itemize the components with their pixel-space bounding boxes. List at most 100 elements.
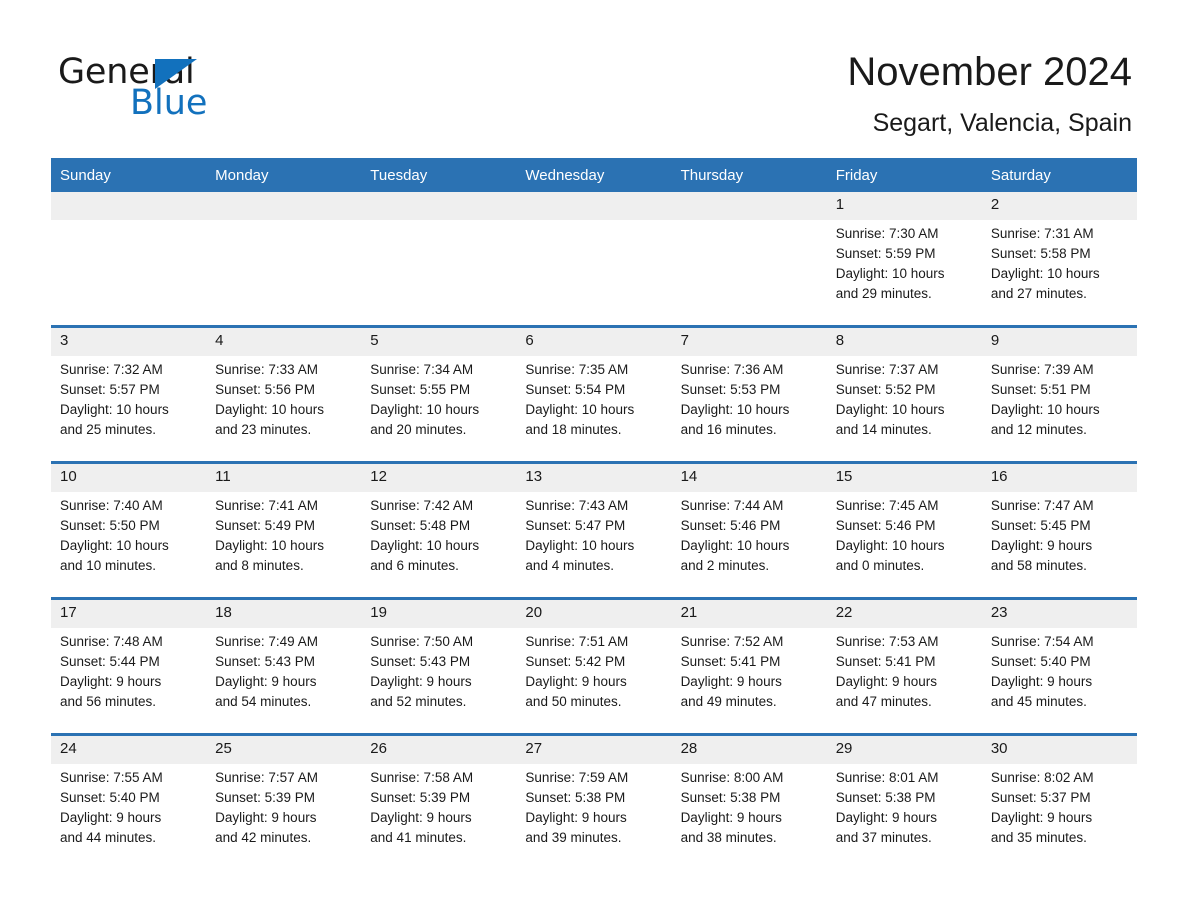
day-number[interactable]: 30 <box>981 736 1137 764</box>
sunset-text: Sunset: 5:45 PM <box>990 518 1091 533</box>
week-daynumber-row: 17 18 19 20 21 22 23 <box>51 600 1137 628</box>
day-number[interactable]: 19 <box>361 600 517 628</box>
day-number[interactable]: 2 <box>981 192 1137 220</box>
day-detail[interactable]: Sunrise: 7:42 AM Sunset: 5:48 PM Daylight:… <box>361 492 517 586</box>
day-number[interactable]: 8 <box>826 328 982 356</box>
sunrise-text: Sunrise: 7:53 AM <box>835 634 939 649</box>
day-detail[interactable]: Sunrise: 7:43 AM Sunset: 5:47 PM Daylight:… <box>516 492 672 586</box>
sunrise-text: Sunrise: 7:32 AM <box>60 362 163 377</box>
day-detail[interactable]: Sunrise: 7:55 AM Sunset: 5:40 PM Daylight:… <box>51 764 207 858</box>
day-number[interactable]: 1 <box>826 192 982 220</box>
day-detail[interactable]: Sunrise: 8:00 AM Sunset: 5:38 PM Daylight:… <box>671 764 827 858</box>
day-number[interactable]: 22 <box>826 600 982 628</box>
sunset-text: Sunset: 5:46 PM <box>680 518 781 533</box>
day-number[interactable]: 13 <box>516 464 672 492</box>
day-detail[interactable]: Sunrise: 7:41 AM Sunset: 5:49 PM Daylight:… <box>206 492 362 586</box>
weekday-header-tuesday: Tuesday <box>361 158 517 192</box>
day-detail[interactable]: Sunrise: 7:53 AM Sunset: 5:41 PM Daylight:… <box>826 628 982 722</box>
day-number[interactable]: 18 <box>206 600 362 628</box>
sunset-text: Sunset: 5:38 PM <box>835 790 936 805</box>
day-detail[interactable]: Sunrise: 7:57 AM Sunset: 5:39 PM Daylight:… <box>206 764 362 858</box>
daylight-text: and 23 minutes. <box>215 422 312 437</box>
day-number[interactable]: 29 <box>826 736 982 764</box>
day-number[interactable]: 4 <box>206 328 362 356</box>
day-detail[interactable]: Sunrise: 7:34 AM Sunset: 5:55 PM Daylight:… <box>361 356 517 450</box>
week-gap-spacer <box>51 450 1137 461</box>
day-number[interactable]: 15 <box>826 464 982 492</box>
day-detail[interactable]: Sunrise: 7:52 AM Sunset: 5:41 PM Daylight:… <box>671 628 827 722</box>
week-gap <box>51 586 1137 597</box>
sunset-text: Sunset: 5:41 PM <box>680 654 781 669</box>
daylight-text: Daylight: 9 hours <box>680 810 782 825</box>
sunset-text: Sunset: 5:38 PM <box>680 790 781 805</box>
day-number[interactable]: 5 <box>361 328 517 356</box>
day-number[interactable]: 3 <box>51 328 207 356</box>
day-detail[interactable]: Sunrise: 7:33 AM Sunset: 5:56 PM Daylight:… <box>206 356 362 450</box>
day-number[interactable]: 23 <box>981 600 1137 628</box>
day-number[interactable]: 20 <box>516 600 672 628</box>
day-detail[interactable]: Sunrise: 7:40 AM Sunset: 5:50 PM Daylight:… <box>51 492 207 586</box>
day-number[interactable]: 27 <box>516 736 672 764</box>
day-number[interactable]: 11 <box>206 464 362 492</box>
sunset-text: Sunset: 5:42 PM <box>525 654 626 669</box>
day-detail[interactable]: Sunrise: 7:47 AM Sunset: 5:45 PM Daylight:… <box>981 492 1137 586</box>
week-daynumber-row: 24 25 26 27 28 29 30 <box>51 736 1137 764</box>
daylight-text: Daylight: 9 hours <box>525 810 627 825</box>
day-detail[interactable]: Sunrise: 7:54 AM Sunset: 5:40 PM Daylight:… <box>981 628 1137 722</box>
sunrise-text: Sunrise: 7:54 AM <box>990 634 1094 649</box>
daylight-text: Daylight: 9 hours <box>835 674 938 689</box>
sunrise-text: Sunrise: 7:40 AM <box>60 498 163 513</box>
day-number[interactable]: 14 <box>671 464 827 492</box>
day-detail[interactable]: Sunrise: 7:58 AM Sunset: 5:39 PM Daylight:… <box>361 764 517 858</box>
daylight-text: Daylight: 9 hours <box>990 810 1093 825</box>
daylight-text: and 45 minutes. <box>990 694 1087 709</box>
daylight-text: and 47 minutes. <box>835 694 932 709</box>
day-detail[interactable]: Sunrise: 7:49 AM Sunset: 5:43 PM Daylight:… <box>206 628 362 722</box>
day-detail[interactable]: Sunrise: 7:39 AM Sunset: 5:51 PM Daylight:… <box>981 356 1137 450</box>
sunset-text: Sunset: 5:37 PM <box>990 790 1091 805</box>
day-detail[interactable]: Sunrise: 7:59 AM Sunset: 5:38 PM Daylight:… <box>516 764 672 858</box>
daylight-text: Daylight: 9 hours <box>990 538 1093 553</box>
general-blue-logo[interactable]: General Blue <box>58 52 318 130</box>
day-number[interactable]: 24 <box>51 736 207 764</box>
week-gap <box>51 858 1137 869</box>
sun-times-calendar-table: Sunday Monday Tuesday Wednesday Thursday Frid… <box>51 158 1137 869</box>
day-number[interactable]: 16 <box>981 464 1137 492</box>
sunset-text: Sunset: 5:38 PM <box>525 790 626 805</box>
sunset-text: Sunset: 5:43 PM <box>370 654 471 669</box>
day-detail-empty <box>671 220 827 314</box>
day-detail[interactable]: Sunrise: 7:48 AM Sunset: 5:44 PM Daylight:… <box>51 628 207 722</box>
daylight-text: and 29 minutes. <box>835 286 932 301</box>
daylight-text: Daylight: 10 hours <box>835 538 945 553</box>
day-number[interactable]: 26 <box>361 736 517 764</box>
week-daynumber-row: 3456789 <box>51 328 1137 356</box>
day-detail[interactable]: Sunrise: 7:36 AM Sunset: 5:53 PM Daylight:… <box>671 356 827 450</box>
page-title: November 2024 <box>847 50 1132 94</box>
day-number[interactable]: 10 <box>51 464 207 492</box>
daylight-text: and 0 minutes. <box>835 558 925 573</box>
day-number[interactable]: 21 <box>671 600 827 628</box>
day-number[interactable]: 9 <box>981 328 1137 356</box>
day-detail[interactable]: Sunrise: 8:01 AM Sunset: 5:38 PM Daylight:… <box>826 764 982 858</box>
day-detail[interactable]: Sunrise: 7:32 AM Sunset: 5:57 PM Daylight:… <box>51 356 207 450</box>
weekday-header-monday: Monday <box>206 158 362 192</box>
day-number[interactable]: 17 <box>51 600 207 628</box>
sunset-text: Sunset: 5:40 PM <box>990 654 1091 669</box>
day-detail[interactable]: Sunrise: 7:45 AM Sunset: 5:46 PM Daylight:… <box>826 492 982 586</box>
day-detail[interactable]: Sunrise: 7:44 AM Sunset: 5:46 PM Daylight:… <box>671 492 827 586</box>
day-detail[interactable]: Sunrise: 7:37 AM Sunset: 5:52 PM Daylight:… <box>826 356 982 450</box>
day-detail[interactable]: Sunrise: 7:31 AM Sunset: 5:58 PM Daylight:… <box>981 220 1137 314</box>
day-number[interactable]: 6 <box>516 328 672 356</box>
day-number[interactable]: 12 <box>361 464 517 492</box>
daylight-text: and 42 minutes. <box>215 830 312 845</box>
sunset-text: Sunset: 5:48 PM <box>370 518 471 533</box>
day-number[interactable]: 7 <box>671 328 827 356</box>
day-detail[interactable]: Sunrise: 7:35 AM Sunset: 5:54 PM Daylight:… <box>516 356 672 450</box>
daylight-text: Daylight: 10 hours <box>680 402 790 417</box>
day-detail[interactable]: Sunrise: 7:51 AM Sunset: 5:42 PM Daylight:… <box>516 628 672 722</box>
day-number[interactable]: 25 <box>206 736 362 764</box>
day-number[interactable]: 28 <box>671 736 827 764</box>
day-detail[interactable]: Sunrise: 8:02 AM Sunset: 5:37 PM Daylight:… <box>981 764 1137 858</box>
day-detail[interactable]: Sunrise: 7:50 AM Sunset: 5:43 PM Daylight:… <box>361 628 517 722</box>
day-detail[interactable]: Sunrise: 7:30 AM Sunset: 5:59 PM Daylight:… <box>826 220 982 314</box>
